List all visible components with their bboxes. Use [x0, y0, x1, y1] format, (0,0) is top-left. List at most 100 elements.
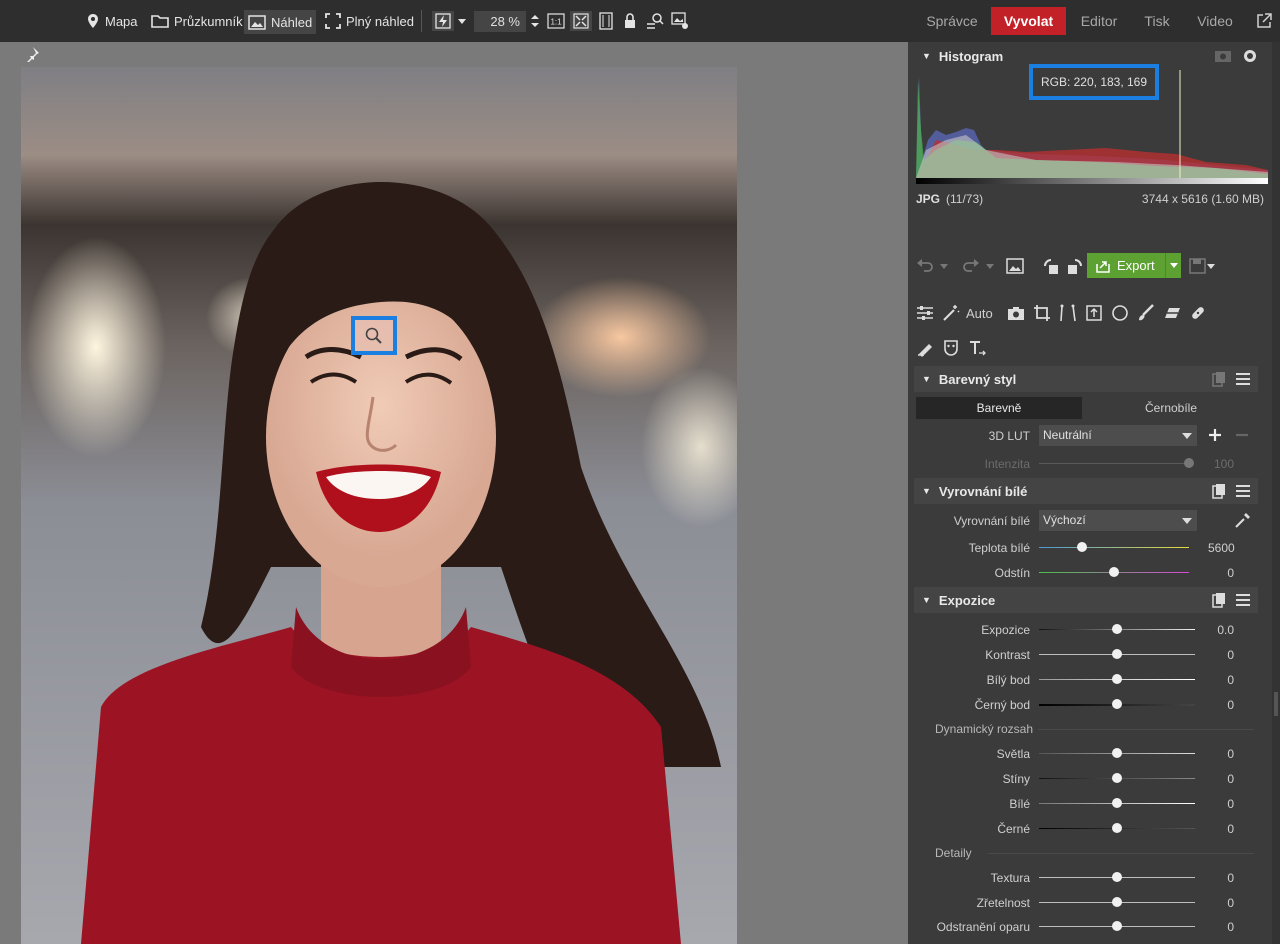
- camera-toggle-icon[interactable]: [1214, 50, 1232, 63]
- slider-knob[interactable]: [1112, 823, 1122, 833]
- slider-knob[interactable]: [1112, 748, 1122, 758]
- magic-wand-icon[interactable]: [942, 304, 960, 322]
- tint-slider[interactable]: [1039, 567, 1189, 577]
- slider-knob[interactable]: [1112, 649, 1122, 659]
- slider-knob[interactable]: [1112, 674, 1122, 684]
- dehaze-slider[interactable]: [1039, 921, 1195, 931]
- face-mask-icon[interactable]: [942, 339, 960, 357]
- loupe-highlight[interactable]: [351, 316, 397, 355]
- image-gear-icon: [671, 12, 689, 30]
- undo-icon[interactable]: [916, 258, 934, 274]
- gradient-filter-icon[interactable]: [1163, 304, 1181, 322]
- copy-settings-icon[interactable]: [1212, 483, 1226, 499]
- histogram-graph: RGB: 220, 183, 169: [916, 64, 1268, 184]
- white-balance-header[interactable]: ▼ Vyrovnání bílé: [914, 478, 1258, 504]
- eraser-icon[interactable]: [916, 339, 934, 357]
- save-icon[interactable]: [1189, 258, 1207, 274]
- blacks-slider[interactable]: [1039, 823, 1195, 833]
- external-window-button[interactable]: [1254, 11, 1274, 31]
- undo-caret-icon[interactable]: [940, 263, 948, 269]
- export-caret-icon[interactable]: [1165, 253, 1181, 278]
- texture-slider[interactable]: [1039, 872, 1195, 882]
- pin-icon[interactable]: [24, 46, 40, 62]
- color-style-header[interactable]: ▼ Barevný styl: [914, 366, 1258, 392]
- temp-slider[interactable]: [1039, 542, 1189, 552]
- wb-dropdown[interactable]: Výchozí: [1039, 510, 1197, 531]
- slider-knob[interactable]: [1112, 872, 1122, 882]
- scroll-thumb[interactable]: [1274, 692, 1278, 716]
- redo-icon[interactable]: [962, 258, 980, 274]
- healing-bandage-icon[interactable]: [1189, 304, 1207, 322]
- menu-icon[interactable]: [1236, 485, 1250, 497]
- remove-icon[interactable]: [1235, 428, 1249, 442]
- rotate-left-icon[interactable]: [1042, 257, 1060, 275]
- explorer-button[interactable]: Průzkumník: [151, 0, 243, 42]
- panel-scrollbar[interactable]: [1272, 42, 1280, 944]
- white-balance-title: Vyrovnání bílé: [938, 483, 1028, 499]
- main-photo[interactable]: [21, 67, 737, 944]
- slider-knob[interactable]: [1184, 458, 1194, 468]
- highlights-slider[interactable]: [1039, 748, 1195, 758]
- zoom-1to1-button[interactable]: 1:1: [546, 11, 566, 31]
- sliders-icon[interactable]: [916, 305, 934, 321]
- text-tool-icon[interactable]: [968, 339, 986, 357]
- preview-button[interactable]: Náhled: [244, 10, 317, 34]
- rotate-right-icon[interactable]: [1066, 257, 1084, 275]
- add-icon[interactable]: [1208, 428, 1222, 442]
- slider-knob[interactable]: [1112, 921, 1122, 931]
- crop-icon[interactable]: [1033, 304, 1051, 322]
- slider-knob[interactable]: [1077, 542, 1087, 552]
- eyedropper-icon[interactable]: [1234, 511, 1252, 529]
- lock-button[interactable]: [620, 11, 640, 31]
- tab-color[interactable]: Barevně: [916, 397, 1082, 419]
- exposure-slider[interactable]: [1039, 624, 1195, 634]
- flash-dropdown-button[interactable]: [455, 11, 469, 31]
- copy-settings-icon[interactable]: [1212, 592, 1226, 608]
- copy-settings-icon[interactable]: [1212, 371, 1226, 387]
- save-caret-icon[interactable]: [1207, 264, 1215, 269]
- contrast-slider[interactable]: [1039, 649, 1195, 659]
- compare-zoom-button[interactable]: [645, 11, 665, 31]
- white-point-slider[interactable]: [1039, 674, 1195, 684]
- perspective-icon[interactable]: [1059, 304, 1077, 322]
- exposure-header[interactable]: ▼ Expozice: [914, 587, 1258, 613]
- settings-gear-icon[interactable]: [1242, 48, 1258, 64]
- flash-button[interactable]: [432, 11, 454, 31]
- slider-knob[interactable]: [1112, 897, 1122, 907]
- slider-knob[interactable]: [1112, 798, 1122, 808]
- full-preview-button[interactable]: Plný náhled: [325, 0, 414, 42]
- filmstrip-button[interactable]: [596, 11, 616, 31]
- menu-icon[interactable]: [1236, 594, 1250, 606]
- mode-vyvolat[interactable]: Vyvolat: [991, 7, 1066, 35]
- black-point-slider[interactable]: [1039, 699, 1195, 709]
- slider-knob[interactable]: [1112, 624, 1122, 634]
- intensity-slider[interactable]: [1039, 458, 1194, 468]
- image-settings-button[interactable]: [670, 11, 690, 31]
- mode-editor[interactable]: Editor: [1072, 7, 1126, 35]
- mode-tisk[interactable]: Tisk: [1136, 7, 1178, 35]
- redo-caret-icon[interactable]: [986, 263, 994, 269]
- tab-bw[interactable]: Černobíle: [1082, 397, 1260, 419]
- straighten-icon[interactable]: [1085, 304, 1103, 322]
- map-button[interactable]: Mapa: [86, 0, 138, 42]
- slider-knob[interactable]: [1112, 773, 1122, 783]
- zoom-stepper[interactable]: [528, 11, 542, 31]
- mode-video[interactable]: Video: [1186, 7, 1244, 35]
- whites-slider[interactable]: [1039, 798, 1195, 808]
- brush-icon[interactable]: [1137, 304, 1155, 322]
- clarity-slider[interactable]: [1039, 897, 1195, 907]
- image-compare-icon[interactable]: [1006, 258, 1024, 274]
- mode-spravce[interactable]: Správce: [917, 7, 987, 35]
- slider-knob[interactable]: [1112, 699, 1122, 709]
- camera-icon[interactable]: [1007, 305, 1025, 321]
- fit-screen-button[interactable]: [570, 11, 592, 31]
- menu-icon[interactable]: [1236, 373, 1250, 385]
- auto-label[interactable]: Auto: [966, 306, 993, 321]
- circle-mask-icon[interactable]: [1111, 304, 1129, 322]
- texture-value: 0: [1227, 871, 1234, 885]
- shadows-slider[interactable]: [1039, 773, 1195, 783]
- lut-dropdown[interactable]: Neutrální: [1039, 425, 1197, 446]
- export-button[interactable]: Export: [1087, 253, 1181, 278]
- zoom-input[interactable]: 28 %: [474, 11, 526, 32]
- slider-knob[interactable]: [1109, 567, 1119, 577]
